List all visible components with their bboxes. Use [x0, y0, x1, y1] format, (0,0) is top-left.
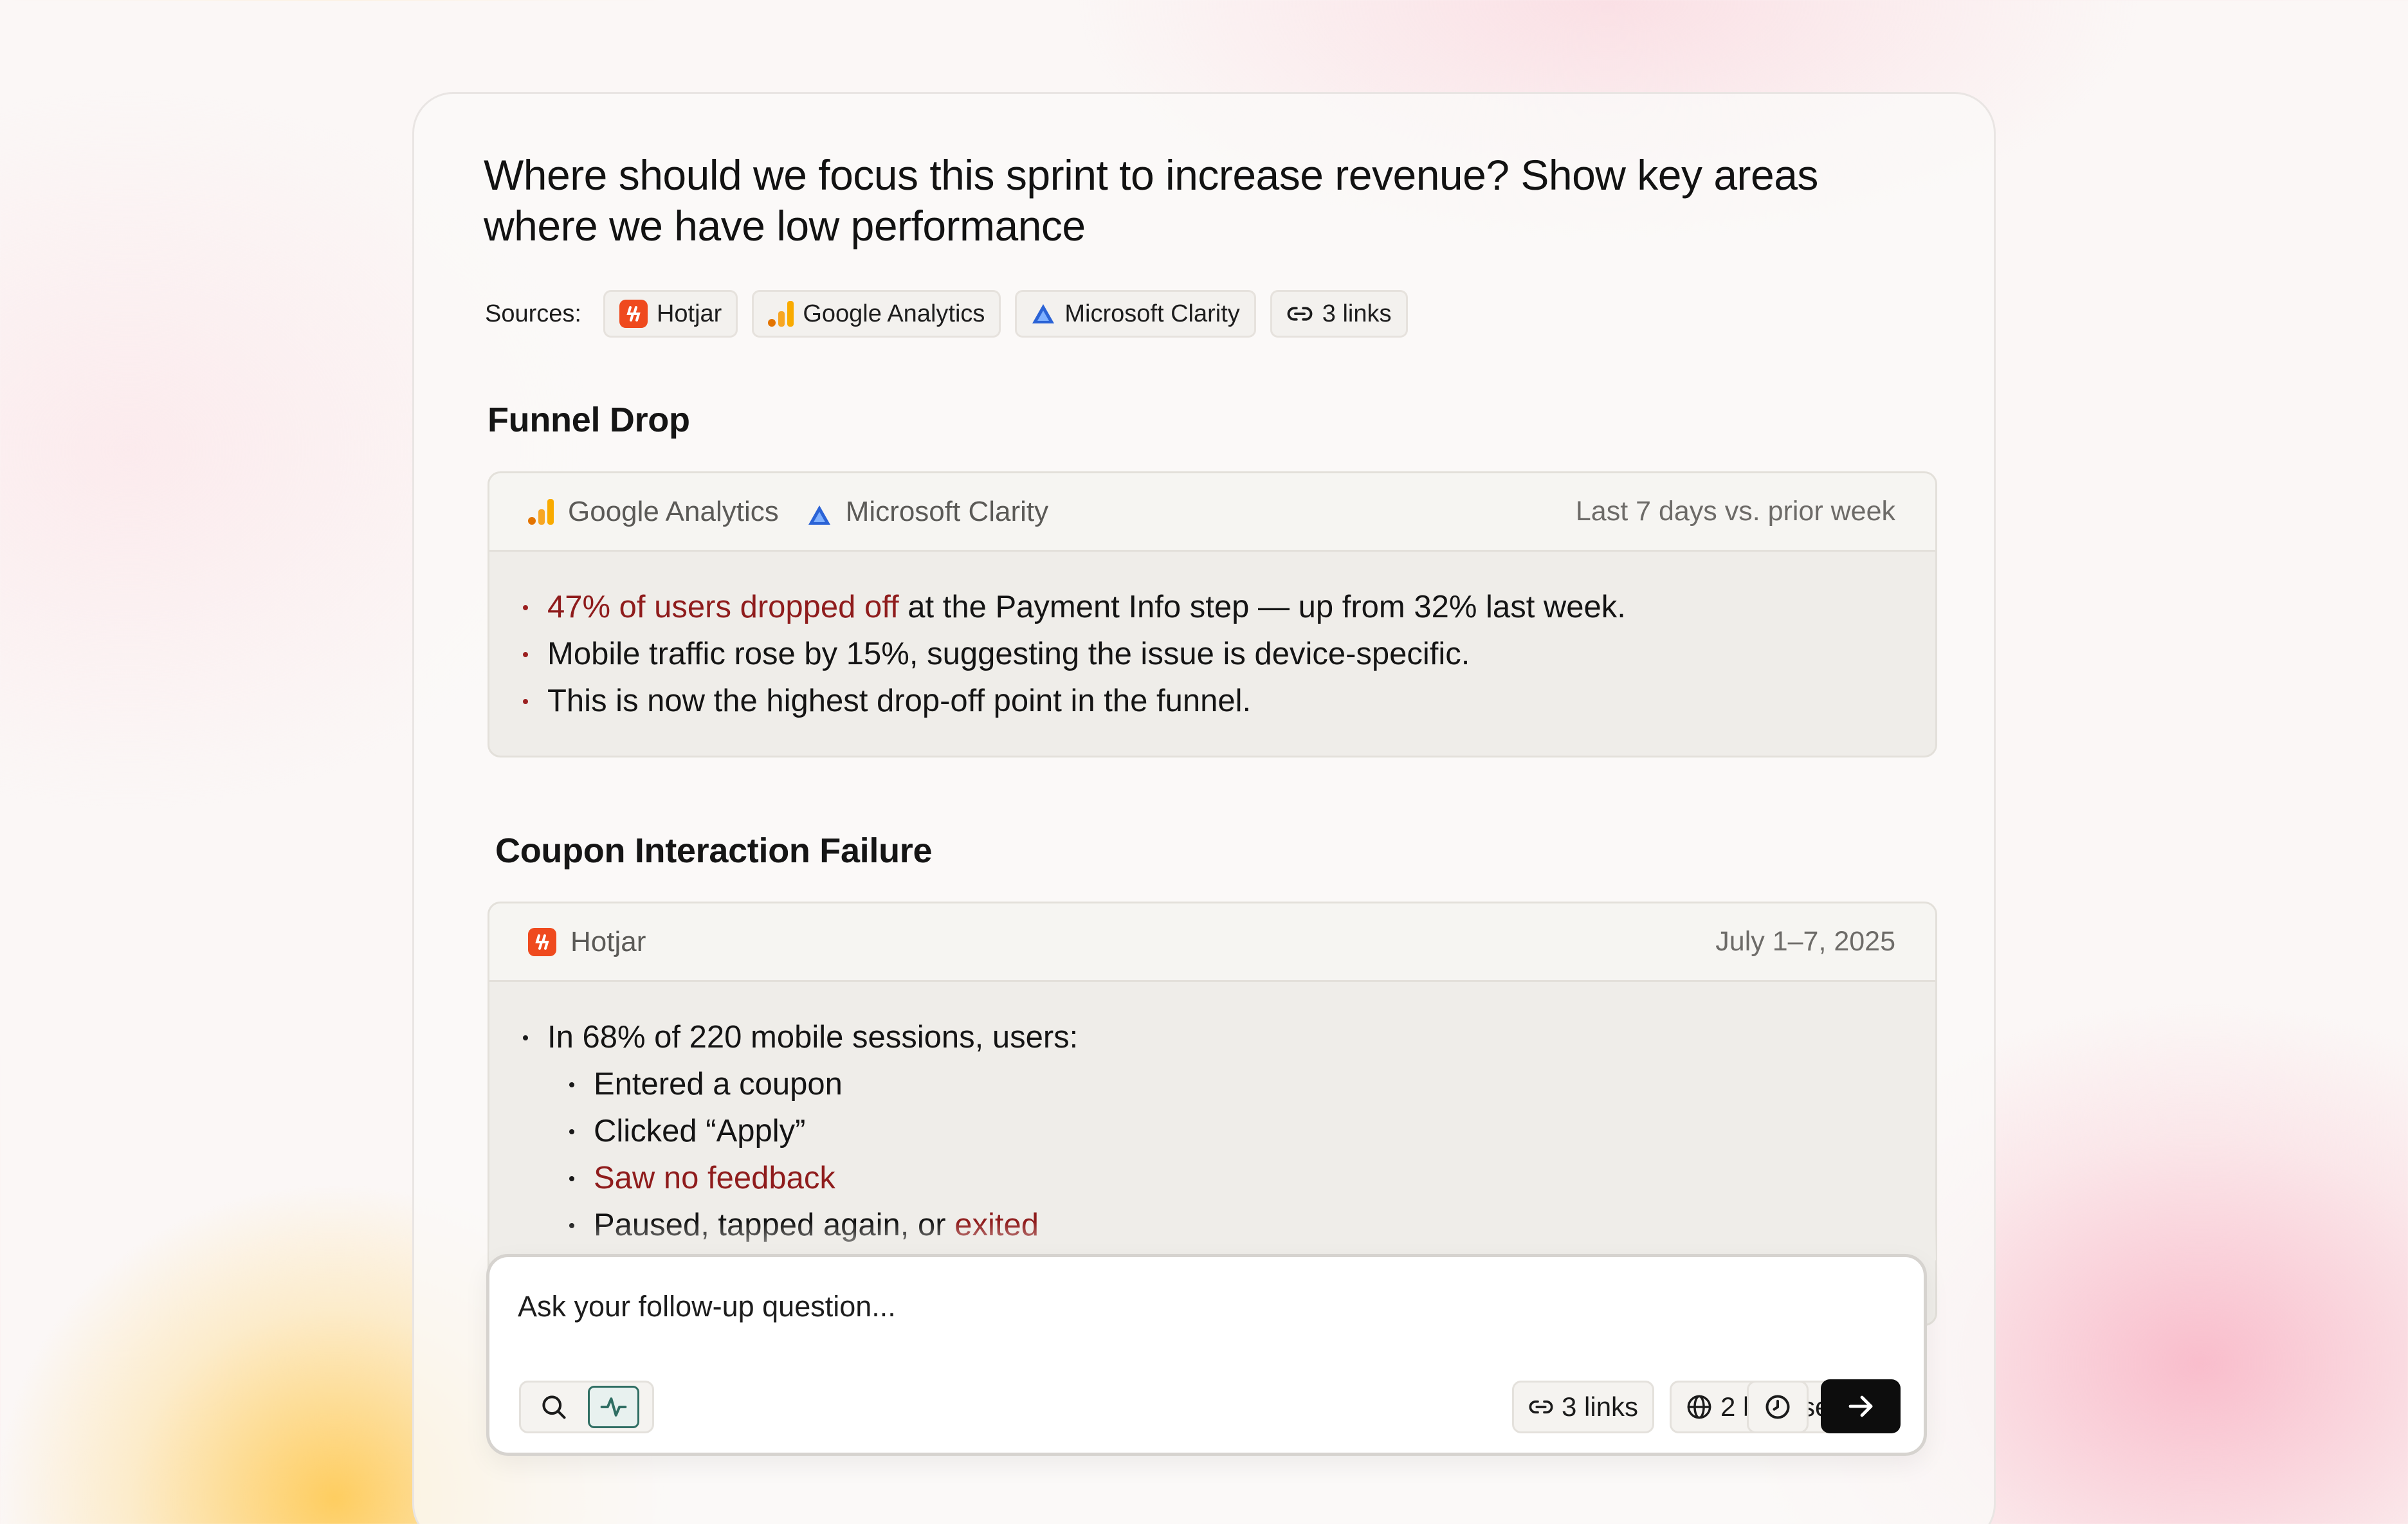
- highlighted-metric: 47% of users dropped off: [547, 590, 899, 624]
- source-chip-label: Microsoft Clarity: [1064, 300, 1240, 327]
- section-title-funnel-drop: Funnel Drop: [488, 401, 690, 439]
- sources-row: Sources: Hotjar Google Analytics Microso…: [485, 290, 1408, 338]
- search-icon: [542, 1395, 566, 1419]
- analytics-mode-button[interactable]: [588, 1386, 639, 1428]
- sources-label: Sources:: [485, 300, 581, 327]
- source-chip-label: Google Analytics: [803, 300, 985, 327]
- globe-icon: [1687, 1395, 1711, 1419]
- insight-panel-funnel-drop: Google Analytics Microsoft Clarity Last …: [488, 471, 1937, 757]
- sub-list-item: Clicked “Apply”: [569, 1108, 1935, 1155]
- source-chip-microsoft-clarity[interactable]: Microsoft Clarity: [1015, 290, 1256, 338]
- list-item: 47% of users dropped off at the Payment …: [523, 584, 1935, 631]
- panel-source-hotjar: Hotjar: [528, 926, 646, 958]
- follow-up-composer: 3 links 2 browser: [486, 1254, 1927, 1456]
- list-item: This is now the highest drop-off point i…: [523, 678, 1935, 725]
- hotjar-logo-icon: [619, 300, 648, 328]
- list-item: In 68% of 220 mobile sessions, users: En…: [523, 1014, 1935, 1249]
- history-button[interactable]: [1747, 1381, 1809, 1433]
- panel-header: Google Analytics Microsoft Clarity Last …: [489, 473, 1935, 552]
- link-icon: [1529, 1400, 1553, 1414]
- send-button[interactable]: [1821, 1379, 1901, 1433]
- google-analytics-logo-icon: [768, 301, 794, 327]
- sub-list: Entered a coupon Clicked “Apply” Saw no …: [547, 1061, 1935, 1249]
- panel-header: Hotjar July 1–7, 2025: [489, 903, 1935, 982]
- insight-list: 47% of users dropped off at the Payment …: [489, 552, 1935, 725]
- links-label: 3 links: [1562, 1392, 1639, 1422]
- sub-list-item: Saw no feedback: [569, 1155, 1935, 1202]
- panel-period: Last 7 days vs. prior week: [1575, 496, 1895, 527]
- panel-source-microsoft-clarity: Microsoft Clarity: [807, 496, 1048, 528]
- microsoft-clarity-logo-icon: [1031, 303, 1055, 325]
- links-button[interactable]: 3 links: [1512, 1381, 1655, 1433]
- source-chip-label: 3 links: [1322, 300, 1392, 327]
- follow-up-input[interactable]: [518, 1284, 1675, 1329]
- activity-icon: [600, 1397, 627, 1417]
- google-analytics-logo-icon: [528, 498, 554, 525]
- section-title-coupon-failure: Coupon Interaction Failure: [495, 831, 933, 870]
- panel-period: July 1–7, 2025: [1715, 926, 1895, 957]
- clock-icon: [1765, 1395, 1790, 1419]
- source-chip-google-analytics[interactable]: Google Analytics: [752, 290, 1001, 338]
- hotjar-logo-icon: [528, 927, 556, 956]
- microsoft-clarity-logo-icon: [807, 501, 832, 525]
- list-item: Mobile traffic rose by 15%, suggesting t…: [523, 631, 1935, 678]
- source-chip-links[interactable]: 3 links: [1270, 290, 1408, 338]
- arrow-right-icon: [1848, 1395, 1873, 1417]
- sub-list-item: Entered a coupon: [569, 1061, 1935, 1108]
- mode-toggle-group: [519, 1381, 654, 1433]
- source-chip-hotjar[interactable]: Hotjar: [603, 290, 738, 338]
- source-chip-label: Hotjar: [656, 300, 722, 327]
- search-mode-button[interactable]: [525, 1386, 583, 1428]
- page-title: Where should we focus this sprint to inc…: [484, 151, 1818, 249]
- link-icon: [1286, 300, 1313, 327]
- panel-source-google-analytics: Google Analytics: [528, 496, 779, 528]
- insight-list: In 68% of 220 mobile sessions, users: En…: [489, 982, 1935, 1249]
